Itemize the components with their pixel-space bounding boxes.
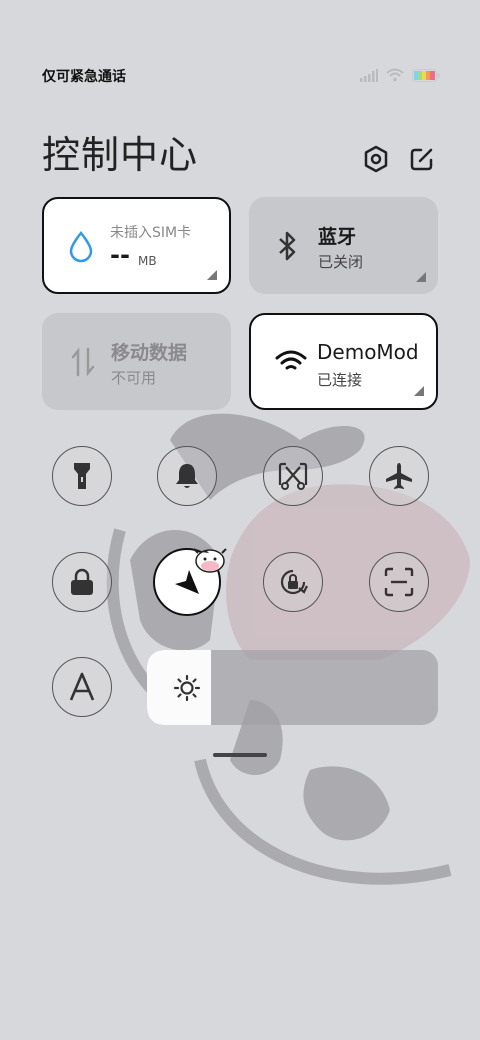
wifi-tile[interactable]: DemoMod 已连接 xyxy=(249,313,438,410)
data-usage-value: -- xyxy=(110,241,130,269)
reading-mode-toggle[interactable] xyxy=(52,657,112,717)
wifi-network-name: DemoMod xyxy=(317,340,419,364)
water-drop-icon xyxy=(69,231,93,263)
bell-icon xyxy=(176,464,198,488)
flashlight-icon xyxy=(74,463,90,489)
bluetooth-icon xyxy=(279,231,296,261)
sim-status-label: 未插入SIM卡 xyxy=(110,225,192,241)
signal-icon xyxy=(360,68,378,82)
tile-corner-indicator xyxy=(414,386,424,396)
screenshot-scissors-icon xyxy=(278,462,308,490)
auto-rotate-toggle[interactable] xyxy=(263,552,323,612)
airplane-icon xyxy=(386,463,412,489)
flashlight-toggle[interactable] xyxy=(52,446,112,506)
rotation-lock-icon xyxy=(280,569,308,595)
wifi-status: 已连接 xyxy=(317,371,363,389)
wifi-icon xyxy=(386,68,404,82)
edit-button[interactable] xyxy=(406,142,438,176)
data-usage-unit: MB xyxy=(138,254,157,268)
letter-a-icon xyxy=(69,672,95,701)
tile-corner-indicator xyxy=(207,270,217,280)
home-indicator[interactable] xyxy=(213,753,267,757)
tile-corner-indicator xyxy=(416,272,426,282)
edit-icon xyxy=(410,148,433,171)
brightness-slider[interactable] xyxy=(147,650,438,725)
airplane-mode-toggle[interactable] xyxy=(369,446,429,506)
scan-icon xyxy=(384,567,414,597)
status-text: 仅可紧急通话 xyxy=(42,69,126,85)
mobile-data-tile[interactable]: 移动数据 不可用 xyxy=(42,313,231,410)
bluetooth-tile[interactable]: 蓝牙 已关闭 xyxy=(249,197,438,294)
scanner-toggle[interactable] xyxy=(369,552,429,612)
page-title: 控制中心 xyxy=(42,133,199,177)
mobile-data-label: 移动数据 xyxy=(111,342,188,364)
bluetooth-status: 已关闭 xyxy=(318,253,364,271)
lock-screen-toggle[interactable] xyxy=(52,552,112,612)
battery-icon xyxy=(412,68,440,82)
cow-sticker-icon xyxy=(193,548,227,573)
data-arrows-icon xyxy=(71,347,95,377)
mobile-data-status: 不可用 xyxy=(111,369,157,387)
status-bar: 仅可紧急通话 xyxy=(42,66,440,88)
control-center-screen: 仅可紧急通话 控制中心 未插入SIM卡 -- MB 蓝牙 已关闭 移动数据 不可… xyxy=(0,0,480,1040)
mute-toggle[interactable] xyxy=(157,446,217,506)
sun-icon xyxy=(173,674,201,702)
bluetooth-label: 蓝牙 xyxy=(318,226,357,248)
gear-icon xyxy=(364,145,388,173)
lock-icon xyxy=(71,568,93,595)
data-usage-tile[interactable]: 未插入SIM卡 -- MB xyxy=(42,197,231,294)
wifi-icon xyxy=(275,350,307,370)
screenshot-toggle[interactable] xyxy=(263,446,323,506)
status-icons xyxy=(360,68,440,82)
settings-button[interactable] xyxy=(360,142,392,176)
